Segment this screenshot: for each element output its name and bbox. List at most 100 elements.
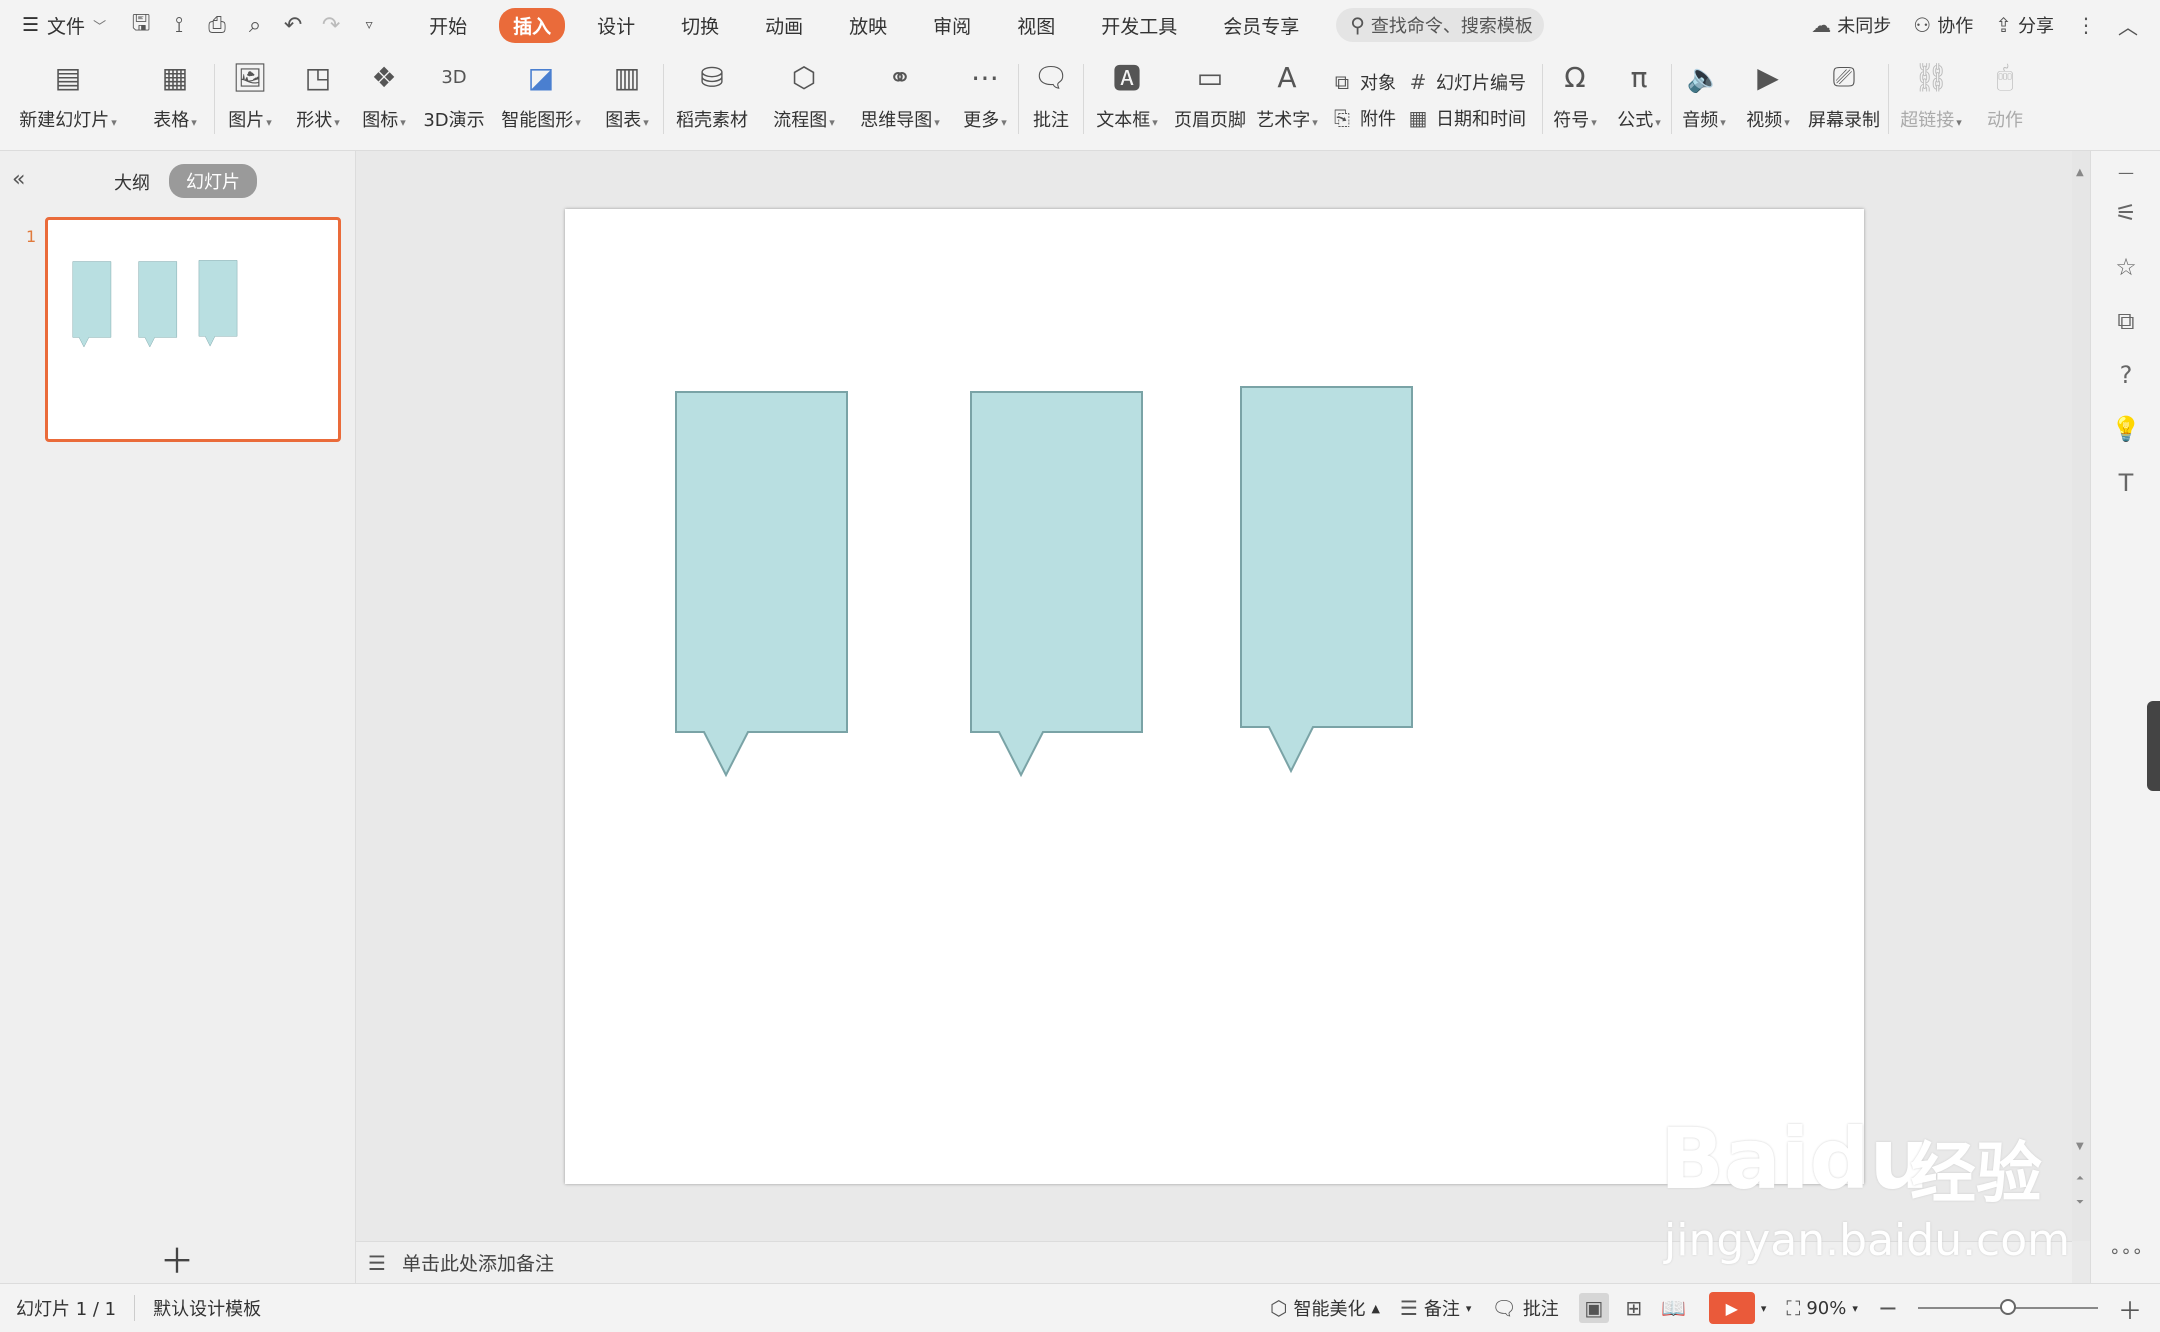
dropdown-arrow-icon: ▾ (643, 116, 649, 129)
notes-toggle-button[interactable]: ☰ 备注 ▾ (1400, 1295, 1471, 1321)
zoom-level[interactable]: 90% (1806, 1298, 1846, 1319)
next-slide-icon[interactable]: ⏷ (2076, 1197, 2084, 1208)
formula-button[interactable]: π 公式 ▾ (1607, 50, 1671, 150)
notes-pane[interactable]: ☰ 单击此处添加备注 (356, 1241, 2072, 1283)
callout-shape-2[interactable] (138, 261, 178, 348)
scroll-down-icon[interactable]: ▼ (2076, 1141, 2084, 1152)
tab-outline[interactable]: 大纲 (114, 169, 150, 195)
slide-switch-icon[interactable]: ⧉ (2109, 307, 2143, 335)
video-button[interactable]: ▶ 视频 ▾ (1736, 50, 1800, 150)
hamburger-icon: ☰ (22, 14, 40, 36)
tab-transitions[interactable]: 切换 (658, 12, 742, 39)
tab-animations[interactable]: 动画 (742, 12, 826, 39)
comment-button[interactable]: 🗨 批注 (1019, 50, 1083, 150)
format-painter-icon[interactable]: ⟟ (166, 13, 192, 38)
print-preview-icon[interactable]: ⌕ (242, 13, 268, 38)
customize-toolbar-icon[interactable]: ▿ (356, 17, 382, 33)
fit-window-icon[interactable]: ⛶ (1786, 1296, 1800, 1320)
smartart-icon: ◪ (527, 60, 555, 94)
add-slide-icon[interactable]: ＋ (160, 1234, 194, 1283)
undo-icon[interactable]: ↶ (280, 13, 306, 38)
scroll-up-icon[interactable]: ▲ (2076, 167, 2084, 178)
more-horizontal-icon[interactable]: ∘∘∘ (2109, 1241, 2143, 1262)
slide-sorter-icon[interactable]: ⊞ (1619, 1293, 1649, 1323)
screen-record-button[interactable]: ⎚ 屏幕录制 (1800, 50, 1888, 150)
tab-slideshow[interactable]: 放映 (826, 12, 910, 39)
redo-icon[interactable]: ↷ (318, 13, 344, 38)
callout-shape-1[interactable] (72, 261, 112, 348)
sync-status-button[interactable]: ☁ 未同步 (1811, 12, 1891, 38)
more-vertical-icon[interactable]: ⋮ (2076, 13, 2096, 37)
smartart-button[interactable]: ◪ 智能图形 ▾ (491, 50, 591, 150)
tab-design[interactable]: 设计 (574, 12, 658, 39)
tab-view[interactable]: 视图 (994, 12, 1078, 39)
slide-number-button[interactable]: # 幻灯片编号 (1406, 69, 1542, 95)
smart-beautify-button[interactable]: ⬡ 智能美化 ▲ (1270, 1295, 1380, 1321)
collaborate-button[interactable]: ⚇ 协作 (1913, 12, 1973, 38)
quick-access-toolbar: 🖫 ⟟ ⎙ ⌕ ↶ ↷ ▿ (128, 6, 382, 44)
more-button[interactable]: ⋯ 更多 ▾ (952, 50, 1018, 150)
text-icon[interactable]: T (2109, 469, 2143, 497)
slide-canvas[interactable] (565, 209, 1864, 1184)
picture-button[interactable]: 🖼 图片 ▾ (215, 50, 285, 150)
zoom-slider[interactable] (1918, 1299, 2098, 1315)
lightbulb-icon[interactable]: 💡 (2109, 415, 2143, 443)
play-slideshow-button[interactable]: ▶ ▾ (1708, 1292, 1766, 1324)
mouse-icon: 🖱 (1996, 60, 2014, 93)
tab-developer[interactable]: 开发工具 (1078, 12, 1200, 39)
tab-review[interactable]: 审阅 (910, 12, 994, 39)
vertical-scrollbar[interactable]: ▲ ▼ ⏶ ⏷ (2072, 151, 2090, 1241)
mindmap-button[interactable]: ⚭ 思维导图 ▾ (848, 50, 952, 150)
wordart-button[interactable]: A 艺术字 ▾ (1250, 50, 1324, 150)
help-icon[interactable]: ? (2109, 361, 2143, 389)
zoom-control[interactable]: ⛶ 90% ▾ (1786, 1296, 1858, 1320)
attachment-button[interactable]: ⎘ 附件 (1330, 105, 1402, 131)
share-button[interactable]: ⇪ 分享 (1995, 12, 2054, 38)
callout-shape-2[interactable] (970, 391, 1143, 778)
callout-shape-1[interactable] (675, 391, 848, 778)
datetime-button[interactable]: ▦ 日期和时间 (1406, 105, 1542, 131)
template-name[interactable]: 默认设计模板 (153, 1295, 261, 1321)
side-handle[interactable] (2147, 701, 2160, 791)
new-slide-button[interactable]: ▤ 新建幻灯片 ▾ (0, 50, 136, 150)
search-box[interactable]: ⚲ 查找命令、搜索模板 (1336, 8, 1545, 42)
file-menu[interactable]: ☰ 文件 ﹀ (22, 12, 106, 39)
tab-insert[interactable]: 插入 (499, 7, 566, 43)
pin-icon[interactable]: ☆ (2109, 253, 2143, 281)
icon-button[interactable]: ❖ 图标 ▾ (351, 50, 417, 150)
status-divider (134, 1295, 136, 1321)
textbox-button[interactable]: 🅰 文本框 ▾ (1084, 50, 1170, 150)
collapse-ribbon-icon[interactable]: ︿ (2118, 11, 2138, 40)
callout-shape-3[interactable] (1240, 386, 1413, 774)
minimize-pane-icon[interactable]: — (2109, 163, 2143, 182)
collapse-panel-icon[interactable]: « (12, 167, 25, 192)
callout-shape-3[interactable] (198, 260, 238, 347)
print-icon[interactable]: ⎙ (204, 13, 230, 38)
header-footer-button[interactable]: ▭ 页眉页脚 (1170, 50, 1250, 150)
object-button[interactable]: ⧉ 对象 (1330, 69, 1402, 95)
slide-thumbnail[interactable] (45, 217, 341, 442)
reading-view-icon[interactable]: 📖 (1659, 1293, 1689, 1323)
table-button[interactable]: ▦ 表格 ▾ (136, 50, 214, 150)
3d-demo-button[interactable]: 3D 3D演示 (417, 50, 491, 150)
tab-home[interactable]: 开始 (406, 12, 490, 39)
zoom-in-icon[interactable]: ＋ (2118, 1291, 2142, 1326)
flowchart-button[interactable]: ⬡ 流程图 ▾ (760, 50, 848, 150)
comments-toggle-button[interactable]: 🗨 批注 (1491, 1295, 1558, 1321)
properties-icon[interactable]: ⚟ (2109, 199, 2143, 227)
symbol-button[interactable]: Ω 符号 ▾ (1543, 50, 1607, 150)
shape-button[interactable]: ◳ 形状 ▾ (285, 50, 351, 150)
action-button[interactable]: 🖱 动作 (1973, 50, 2037, 150)
normal-view-icon[interactable]: ▣ (1578, 1293, 1609, 1323)
notes-placeholder: 单击此处添加备注 (402, 1253, 555, 1275)
prev-slide-icon[interactable]: ⏶ (2076, 1173, 2084, 1184)
audio-button[interactable]: 🔈 音频 ▾ (1672, 50, 1736, 150)
save-icon[interactable]: 🖫 (128, 6, 154, 44)
tab-member[interactable]: 会员专享 (1200, 12, 1322, 39)
material-button[interactable]: ⛁ 稻壳素材 (664, 50, 760, 150)
zoom-out-icon[interactable]: − (1878, 1294, 1898, 1322)
hyperlink-button[interactable]: ⛓ 超链接 ▾ (1889, 50, 1973, 150)
chart-button[interactable]: ▥ 图表 ▾ (591, 50, 663, 150)
zoom-slider-knob[interactable] (2000, 1299, 2016, 1315)
tab-slides[interactable]: 幻灯片 (169, 164, 257, 198)
